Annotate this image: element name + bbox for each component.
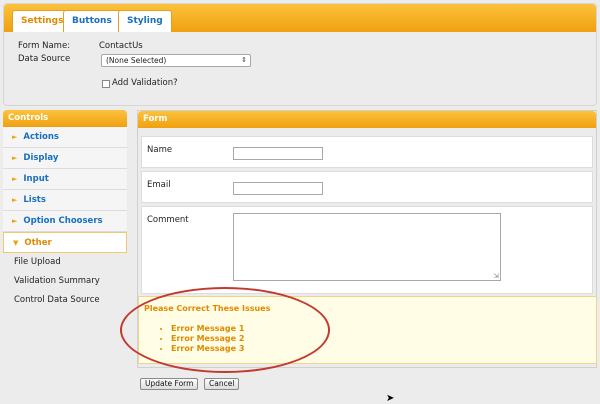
update-form-button[interactable]: Update Form — [140, 378, 199, 390]
group-label: Lists — [23, 195, 46, 205]
controls-group-lists[interactable]: ► Lists — [3, 190, 127, 211]
controls-group-input[interactable]: ► Input — [3, 169, 127, 190]
comment-label: Comment — [147, 215, 189, 225]
email-label: Email — [147, 180, 171, 190]
add-validation-checkbox[interactable] — [102, 80, 110, 88]
add-validation-label: Add Validation? — [112, 78, 178, 88]
cancel-button[interactable]: Cancel — [204, 378, 240, 390]
controls-header: Controls — [3, 110, 127, 127]
select-arrow-icon: ⇕ — [241, 56, 247, 64]
form-row-name: Name — [141, 136, 593, 168]
form-header: Form — [138, 111, 596, 128]
chevron-right-icon: ► — [12, 196, 18, 204]
tab-buttons[interactable]: Buttons — [63, 10, 121, 32]
mouse-cursor-icon: ➤ — [386, 393, 395, 404]
chevron-down-icon: ▼ — [13, 239, 19, 247]
data-source-selected-value: (None Selected) — [106, 56, 167, 65]
controls-group-other[interactable]: ▼ Other — [3, 232, 127, 253]
group-label: Input — [23, 174, 49, 184]
chevron-right-icon: ► — [12, 133, 18, 141]
name-label: Name — [147, 145, 173, 155]
tab-styling[interactable]: Styling — [118, 10, 172, 32]
control-data-source[interactable]: Control Data Source — [3, 291, 127, 310]
form-name-label: Form Name: — [18, 41, 71, 51]
settings-panel: Settings Buttons Styling Form Name: Cont… — [3, 3, 597, 106]
group-label: Actions — [23, 132, 59, 142]
chevron-right-icon: ► — [12, 217, 18, 225]
name-input[interactable] — [233, 147, 323, 160]
controls-group-option-choosers[interactable]: ► Option Choosers — [3, 211, 127, 232]
form-row-email: Email — [141, 171, 593, 203]
highlight-annotation-ring — [120, 287, 330, 373]
chevron-right-icon: ► — [12, 175, 18, 183]
data-source-label: Data Source — [18, 54, 71, 64]
group-label: Option Choosers — [23, 216, 103, 226]
chevron-right-icon: ► — [12, 154, 18, 162]
form-row-comment: Comment ⇲ — [141, 206, 593, 294]
tab-bar: Settings Buttons Styling — [4, 4, 596, 32]
controls-group-display[interactable]: ► Display — [3, 148, 127, 169]
form-name-value: ContactUs — [99, 41, 143, 51]
controls-group-actions[interactable]: ► Actions — [3, 127, 127, 148]
resize-grip-icon[interactable]: ⇲ — [493, 272, 499, 280]
control-validation-summary[interactable]: Validation Summary — [3, 272, 127, 291]
group-label: Display — [23, 153, 59, 163]
group-label: Other — [24, 238, 52, 248]
data-source-select[interactable]: (None Selected) ⇕ — [101, 54, 251, 67]
email-input[interactable] — [233, 182, 323, 195]
control-file-upload[interactable]: File Upload — [3, 253, 127, 272]
controls-panel: Controls ► Actions ► Display ► Input ► Lists… — [3, 110, 127, 323]
comment-textarea[interactable]: ⇲ — [233, 213, 501, 281]
